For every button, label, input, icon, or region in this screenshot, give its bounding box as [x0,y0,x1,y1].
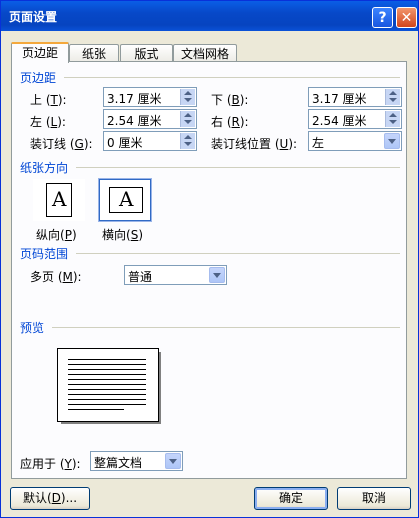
ok-button[interactable]: 确定 [254,487,328,510]
gutter-position-select[interactable]: 左 [308,131,402,151]
section-preview: 预览 [20,321,45,335]
window-title: 页面设置 [9,10,58,24]
section-divider [64,77,400,78]
label-bottom: 下 (B): [211,93,249,107]
label-multiple-pages: 多页 (M): [30,270,82,284]
tab-paper[interactable]: 纸张 [69,44,119,62]
cancel-button[interactable]: 取消 [337,487,411,510]
label-gutter: 装订线 (G): [30,137,93,151]
tab-layout[interactable]: 版式 [120,44,173,62]
section-pages: 页码范围 [20,247,69,261]
apply-to-select[interactable]: 整篇文档 [90,451,183,471]
portrait-option[interactable]: A [33,179,85,221]
left-margin-spinner[interactable]: 2.54 厘米 [103,109,197,129]
landscape-page-icon: A [109,187,143,213]
section-divider [76,167,400,168]
tab-margins[interactable]: 页边距 [11,42,69,63]
label-left: 左 (L): [30,115,66,129]
label-gutter-position: 装订线位置 (U): [211,137,298,151]
label-right: 右 (R): [211,115,249,129]
multiple-pages-select[interactable]: 普通 [124,265,227,285]
default-button[interactable]: 默认(D)... [10,487,90,510]
label-top: 上 (T): [30,93,67,107]
page-setup-dialog: 页面设置 ? ✕ 页边距 纸张 版式 文档网格 页边距 上 (T): 3.17 … [0,0,419,518]
chevron-down-icon[interactable] [165,453,181,469]
landscape-option[interactable]: A [99,179,151,221]
section-divider [52,327,400,328]
bottom-margin-arrows[interactable] [385,89,400,105]
left-margin-arrows[interactable] [180,111,195,127]
top-margin-spinner[interactable]: 3.17 厘米 [103,87,197,107]
tab-panel: 页边距 上 (T): 3.17 厘米 下 (B): 3.17 厘米 左 (L):… [11,61,407,479]
section-orientation: 纸张方向 [20,161,69,175]
right-margin-spinner[interactable]: 2.54 厘米 [308,109,402,129]
chevron-down-icon[interactable] [384,133,400,149]
landscape-label[interactable]: 横向(S) [102,226,143,243]
tab-doc-grid[interactable]: 文档网格 [173,44,237,62]
preview-page [57,348,159,422]
right-margin-arrows[interactable] [385,111,400,127]
gutter-arrows[interactable] [180,133,195,149]
title-bar[interactable]: 页面设置 ? ✕ [1,1,418,31]
top-margin-arrows[interactable] [180,89,195,105]
bottom-margin-spinner[interactable]: 3.17 厘米 [308,87,402,107]
chevron-down-icon[interactable] [209,267,225,283]
section-margins: 页边距 [20,71,57,85]
portrait-label[interactable]: 纵向(P) [36,226,77,243]
label-apply-to: 应用于 (Y): [20,457,81,471]
portrait-page-icon: A [46,183,72,217]
help-button[interactable]: ? [372,7,393,28]
close-button[interactable]: ✕ [396,7,417,28]
section-divider [76,253,400,254]
gutter-spinner[interactable]: 0 厘米 [103,131,197,151]
